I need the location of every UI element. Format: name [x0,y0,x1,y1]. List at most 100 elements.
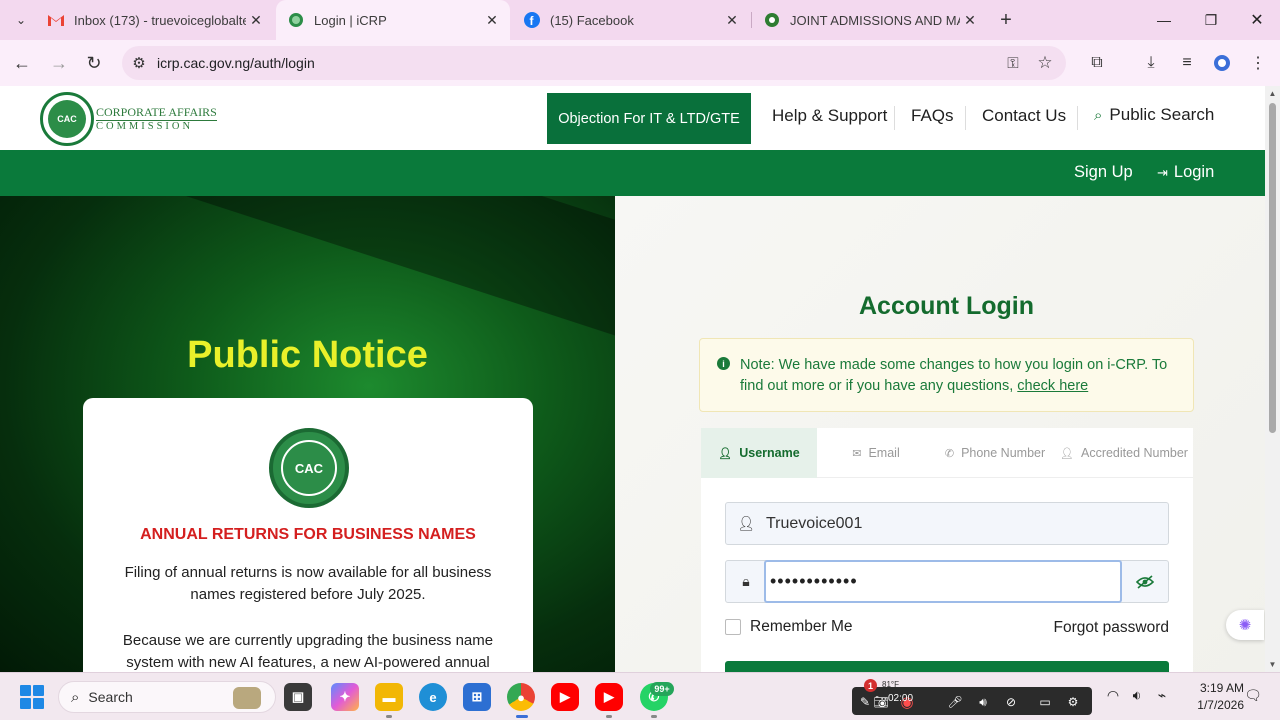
download-icon[interactable]: ⤓ [1136,48,1166,78]
chrome-icon[interactable]: ● [507,683,535,711]
forgot-password-link[interactable]: Forgot password [1054,619,1169,637]
address-bar[interactable]: ⚙ icrp.cac.gov.ng/auth/login ⚿ ☆ [122,46,1066,80]
nav-help-support[interactable]: Help & Support [772,106,887,126]
username-field[interactable]: 👤︎ [725,502,1169,545]
browser-menu-icon[interactable]: ⋮ [1243,48,1273,78]
speaker-icon[interactable]: 🔊︎ [974,693,992,711]
cac-logo[interactable]: CAC CORPORATE AFFAIRS COMMISSION [40,92,217,146]
login-submit-button[interactable] [725,661,1169,672]
password-input[interactable]: •••••••••••• [764,560,1122,603]
new-tab-icon[interactable]: + [991,5,1021,35]
tab-gmail[interactable]: Inbox (173) - truevoiceglobalte ✕ [36,0,274,40]
youtube-icon[interactable]: ▶ [551,683,579,711]
back-icon[interactable]: ← [7,48,37,78]
copilot-icon[interactable]: ✦ [331,683,359,711]
site-info-icon[interactable]: ⚙ [128,52,150,74]
user-icon: 👤︎ [1060,447,1074,460]
login-panel: Account Login i Note: We have made some … [615,196,1265,672]
browser-tab-bar: ⌄ Inbox (173) - truevoiceglobalte ✕ Logi… [0,0,1280,40]
tab-icrp-login[interactable]: Login | iCRP ✕ [276,0,510,40]
media-control-icon[interactable]: ≡ [1172,48,1202,78]
facebook-icon: f [524,12,540,28]
public-notice-panel: Public Notice CAC ANNUAL RETURNS FOR BUS… [0,196,615,672]
weather-text: 81°F [882,680,899,689]
username-input[interactable] [766,514,1096,533]
notification-badge: 1 [864,679,877,692]
taskbar-search[interactable]: ⌕ Search [58,681,276,713]
notice-title: Public Notice [187,334,428,376]
notice-heading: ANNUAL RETURNS FOR BUSINESS NAMES [140,526,476,543]
file-explorer-icon[interactable]: ▬ [375,683,403,711]
close-window-icon[interactable]: ✕ [1234,0,1280,40]
system-clock[interactable]: 3:19 AM 1/7/2026 [1182,680,1244,714]
web-page: CAC CORPORATE AFFAIRS COMMISSION Objecti… [0,86,1265,672]
logo-line2: COMMISSION [96,120,194,132]
scroll-down-icon[interactable]: ▼ [1268,660,1277,669]
search-icon: ⌕ [1094,106,1103,124]
youtube-icon[interactable]: ▶ [595,683,623,711]
bookmark-star-icon[interactable]: ☆ [1034,52,1056,74]
reload-icon[interactable]: ↻ [79,48,109,78]
nav-contact-us[interactable]: Contact Us [982,106,1066,126]
login-form: 👤︎ Username ✉ Email ✆ Phone Number 👤︎ Ac… [701,428,1193,672]
nav-divider [965,106,966,130]
ai-assistant-icon[interactable]: ✺ [1226,610,1264,640]
microsoft-store-icon[interactable]: ⊞ [463,683,491,711]
page-scrollbar[interactable]: ▲ ▼ [1265,86,1280,672]
signup-link[interactable]: Sign Up [1074,163,1133,182]
edge-icon[interactable]: e [419,683,447,711]
jamb-favicon-icon [764,12,780,28]
search-highlight-image [233,687,261,709]
password-field[interactable]: 🔒︎ •••••••••••• [725,560,1169,603]
login-link[interactable]: ⇥ Login [1157,163,1214,182]
tab-search-dropdown-icon[interactable]: ⌄ [6,5,36,35]
windows-start-icon[interactable] [20,685,44,709]
tab-phone-number[interactable]: ✆ Phone Number [935,428,1055,478]
profile-icon[interactable] [1207,48,1237,78]
login-note: i Note: We have made some changes to how… [699,338,1194,412]
nav-public-search[interactable]: ⌕ Public Search [1094,105,1214,125]
notifications-icon[interactable]: 🗨︎ [1244,686,1262,704]
close-tab-icon[interactable]: ✕ [482,10,502,30]
nav-public-search-label: Public Search [1109,105,1215,124]
wifi-icon[interactable]: ◠ [1104,686,1122,704]
tab-username[interactable]: 👤︎ Username [701,428,817,478]
nav-faqs[interactable]: FAQs [911,106,954,126]
tab-jamb[interactable]: JOINT ADMISSIONS AND MATR ✕ [752,0,988,40]
auth-bar: Sign Up ⇥ Login [0,150,1265,196]
webcam-off-icon[interactable]: ⊘ [1002,693,1020,711]
running-indicator [386,715,392,718]
close-tab-icon[interactable]: ✕ [246,10,266,30]
volume-icon[interactable]: 🔉︎ [1128,686,1146,704]
user-icon: 👤︎ [737,515,755,531]
site-header: CAC CORPORATE AFFAIRS COMMISSION Objecti… [0,86,1265,150]
battery-icon[interactable]: ⌁ [1153,686,1171,704]
logo-line1: CORPORATE AFFAIRS [96,105,217,121]
scrollbar-thumb[interactable] [1269,103,1276,433]
tab-facebook[interactable]: f (15) Facebook ✕ [512,0,750,40]
restore-icon[interactable]: ❐ [1188,0,1234,40]
settings-icon[interactable]: ⚙ [1064,693,1082,711]
task-view-icon[interactable]: ▣ [284,683,312,711]
remember-me-checkbox[interactable] [725,619,741,635]
minimize-icon[interactable]: — [1141,0,1187,40]
url-text: icrp.cac.gov.ng/auth/login [157,55,315,71]
microphone-icon[interactable]: 🎤︎ [946,693,964,711]
remember-me[interactable]: Remember Me [725,618,853,636]
close-tab-icon[interactable]: ✕ [960,10,980,30]
tab-email[interactable]: ✉ Email [817,428,935,478]
nav-objection-button[interactable]: Objection For IT & LTD/GTE [547,93,751,144]
close-tab-icon[interactable]: ✕ [722,10,742,30]
check-here-link[interactable]: check here [1017,378,1088,394]
notice-card: CAC ANNUAL RETURNS FOR BUSINESS NAMES Fi… [83,398,533,672]
toggle-password-visibility-icon[interactable] [1134,572,1156,592]
envelope-icon: ✉ [852,447,862,460]
scroll-up-icon[interactable]: ▲ [1268,89,1277,98]
window-icon[interactable]: ▭ [1036,693,1054,711]
recording-timer: 02:00 [888,693,914,704]
password-key-icon[interactable]: ⚿ [1002,52,1024,74]
extensions-icon[interactable]: ⧉ [1082,48,1112,78]
forward-icon[interactable]: → [44,48,74,78]
login-method-tabs: 👤︎ Username ✉ Email ✆ Phone Number 👤︎ Ac… [701,428,1193,478]
tab-accredited-number[interactable]: 👤︎ Accredited Number [1055,428,1193,478]
